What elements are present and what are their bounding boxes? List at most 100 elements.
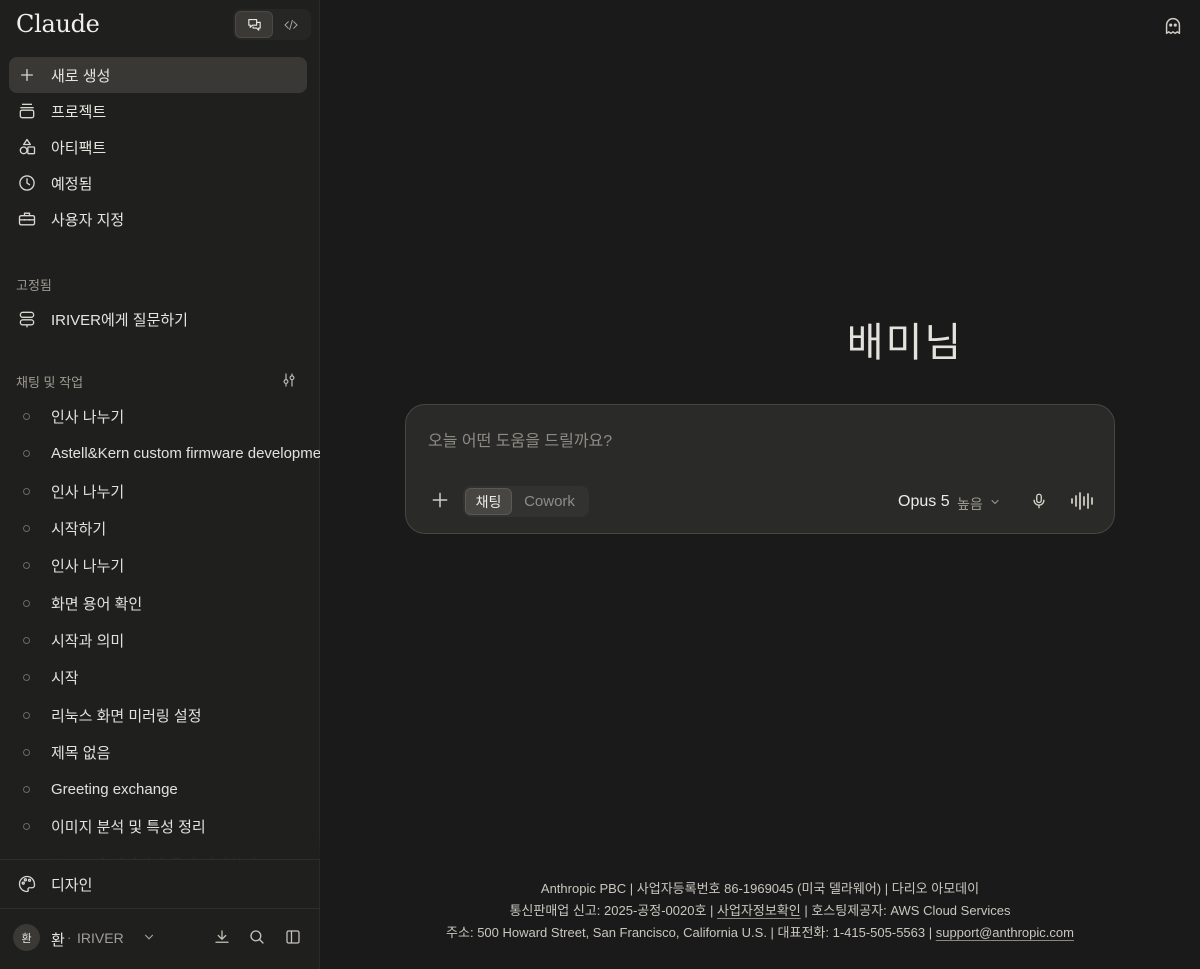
circle-icon	[23, 674, 30, 682]
circle-icon	[23, 487, 30, 495]
recent-chat-title: 시작과 의미	[51, 632, 125, 650]
nav-label: IRIVER에게 질문하기	[51, 311, 188, 329]
new-chat-button[interactable]: 새로 생성	[9, 57, 307, 93]
recent-chat-item[interactable]: Greeting exchange	[0, 771, 320, 808]
ghost-icon[interactable]	[1162, 15, 1184, 37]
recent-chat-title: 인사 나누기	[51, 409, 125, 427]
clock-icon	[17, 173, 37, 193]
recent-chat-title: 리눅스 화면 미러링 설정	[51, 707, 202, 725]
chat-icon	[246, 16, 263, 33]
recent-chat-item[interactable]: 시작과 의미	[0, 622, 320, 659]
user-name: 환	[51, 932, 65, 949]
sidebar-item-customize[interactable]: 사용자 지정	[9, 201, 307, 237]
chevron-down-icon[interactable]	[989, 496, 1001, 508]
recent-chat-title: Astell&Kern custom firmware development	[51, 445, 320, 463]
message-input[interactable]: 오늘 어떤 도움을 드릴까요?	[428, 427, 612, 451]
recent-chat-title: 제목 없음	[51, 744, 111, 762]
recent-chat-item[interactable]: 시작하기	[0, 510, 320, 547]
recent-chat-title: 시작하기	[51, 521, 107, 539]
chevron-down-icon[interactable]	[142, 930, 156, 944]
recent-chat-item[interactable]: 시작	[0, 659, 320, 696]
filter-icon[interactable]	[280, 371, 300, 391]
mode-switch	[233, 9, 311, 40]
recent-chat-title: Greeting exchange	[51, 781, 178, 799]
code-icon	[283, 17, 299, 33]
sidebar-item-scheduled[interactable]: 예정됨	[9, 165, 307, 201]
download-icon[interactable]	[213, 928, 231, 946]
nav-label: 예정됨	[51, 175, 93, 193]
footer-text: 통신판매업 신고: 2025-공정-0020호 |	[509, 903, 718, 918]
nav-label: 프로젝트	[51, 103, 107, 121]
palette-icon	[17, 874, 37, 894]
business-info-link[interactable]: 사업자정보확인	[717, 903, 801, 918]
sidebar-item-projects[interactable]: 프로젝트	[9, 93, 307, 129]
user-menu[interactable]: 환 환 · IRIVER	[0, 918, 320, 958]
brand-logo[interactable]: Claude	[16, 10, 100, 38]
circle-icon	[23, 823, 30, 831]
nav-label: 사용자 지정	[51, 211, 125, 229]
circle-icon	[23, 450, 30, 458]
avatar: 환	[13, 924, 40, 951]
footer-line: 주소: 500 Howard Street, San Francisco, Ca…	[410, 922, 1110, 944]
nav-label: 디자인	[51, 876, 93, 894]
add-attachment-icon[interactable]	[430, 490, 450, 510]
sidebar-item-design[interactable]: 디자인	[9, 866, 307, 902]
footer-line: 통신판매업 신고: 2025-공정-0020호 | 사업자정보확인 | 호스팅제…	[410, 900, 1110, 922]
footer-line: Anthropic PBC | 사업자등록번호 86-1969045 (미국 델…	[540, 881, 980, 896]
list-fade	[0, 832, 320, 860]
footer-text: 주소: 500 Howard Street, San Francisco, Ca…	[446, 925, 936, 940]
toolbox-icon	[17, 209, 37, 229]
recent-chat-item[interactable]: 제목 없음	[0, 734, 320, 771]
recent-chat-item[interactable]: 화면 용어 확인	[0, 584, 320, 621]
pinned-section-label: 고정됨	[16, 278, 52, 293]
sidebar-item-artifacts[interactable]: 아티팩트	[9, 129, 307, 165]
mode-toggle: 채팅 Cowork	[463, 486, 589, 517]
pinned-item-iriver[interactable]: IRIVER에게 질문하기	[9, 301, 307, 337]
search-icon[interactable]	[248, 928, 266, 946]
circle-icon	[23, 711, 30, 719]
greeting-title: 배미님	[846, 320, 964, 366]
circle-icon	[23, 636, 30, 644]
plus-icon	[17, 65, 37, 85]
microphone-icon[interactable]	[1030, 491, 1048, 511]
recent-chat-title: 인사 나누기	[51, 558, 125, 576]
circle-icon	[23, 786, 30, 794]
effort-level[interactable]: 높음	[957, 494, 983, 514]
projects-icon	[17, 101, 37, 121]
composer: 오늘 어떤 도움을 드릴까요? 채팅 Cowork Opus 5 높음	[405, 404, 1115, 534]
chat-mode-tab[interactable]: 채팅	[465, 488, 512, 515]
recent-chat-item[interactable]: 인사 나누기	[0, 473, 320, 510]
recent-chat-item[interactable]: Astell&Kern custom firmware development	[0, 435, 320, 472]
model-selector[interactable]: Opus 5	[898, 493, 950, 511]
recent-chat-title: 인사 나누기	[51, 483, 125, 501]
divider	[0, 908, 320, 909]
nav-label: 아티팩트	[51, 139, 107, 157]
footer-text: | 호스팅제공자: AWS Cloud Services	[800, 903, 1011, 918]
legal-footer: Anthropic PBC | 사업자등록번호 86-1969045 (미국 델…	[410, 878, 1110, 944]
user-org: IRIVER	[77, 930, 124, 946]
cowork-mode-tab[interactable]: Cowork	[512, 488, 587, 515]
recents-section-label: 채팅 및 작업	[16, 375, 84, 390]
circle-icon	[23, 413, 30, 421]
circle-icon	[23, 562, 30, 570]
sidebar-toggle-icon[interactable]	[284, 928, 302, 946]
sidebar: Claude 새로 생성 프로젝트 아티팩트 예정됨 사용자 지정 고정됨 IR…	[0, 0, 320, 969]
divider	[0, 859, 320, 860]
user-separator: ·	[67, 930, 72, 945]
circle-icon	[23, 748, 30, 756]
support-email-link[interactable]: support@anthropic.com	[936, 925, 1074, 940]
circle-icon	[23, 525, 30, 533]
recent-chat-item[interactable]: 인사 나누기	[0, 547, 320, 584]
signpost-icon	[17, 309, 37, 329]
voice-mode-icon[interactable]	[1070, 491, 1096, 511]
recent-chat-title: 화면 용어 확인	[51, 595, 143, 613]
recent-chat-title: 시작	[51, 670, 79, 688]
code-mode-button[interactable]	[273, 11, 309, 38]
nav-label: 새로 생성	[51, 67, 111, 85]
chat-mode-button[interactable]	[235, 11, 273, 38]
recent-chats-list: 인사 나누기 Astell&Kern custom firmware develo…	[0, 398, 320, 860]
circle-icon	[23, 599, 30, 607]
recent-chat-item[interactable]: 인사 나누기	[0, 398, 320, 435]
artifacts-icon	[17, 137, 37, 157]
recent-chat-item[interactable]: 리눅스 화면 미러링 설정	[0, 696, 320, 733]
